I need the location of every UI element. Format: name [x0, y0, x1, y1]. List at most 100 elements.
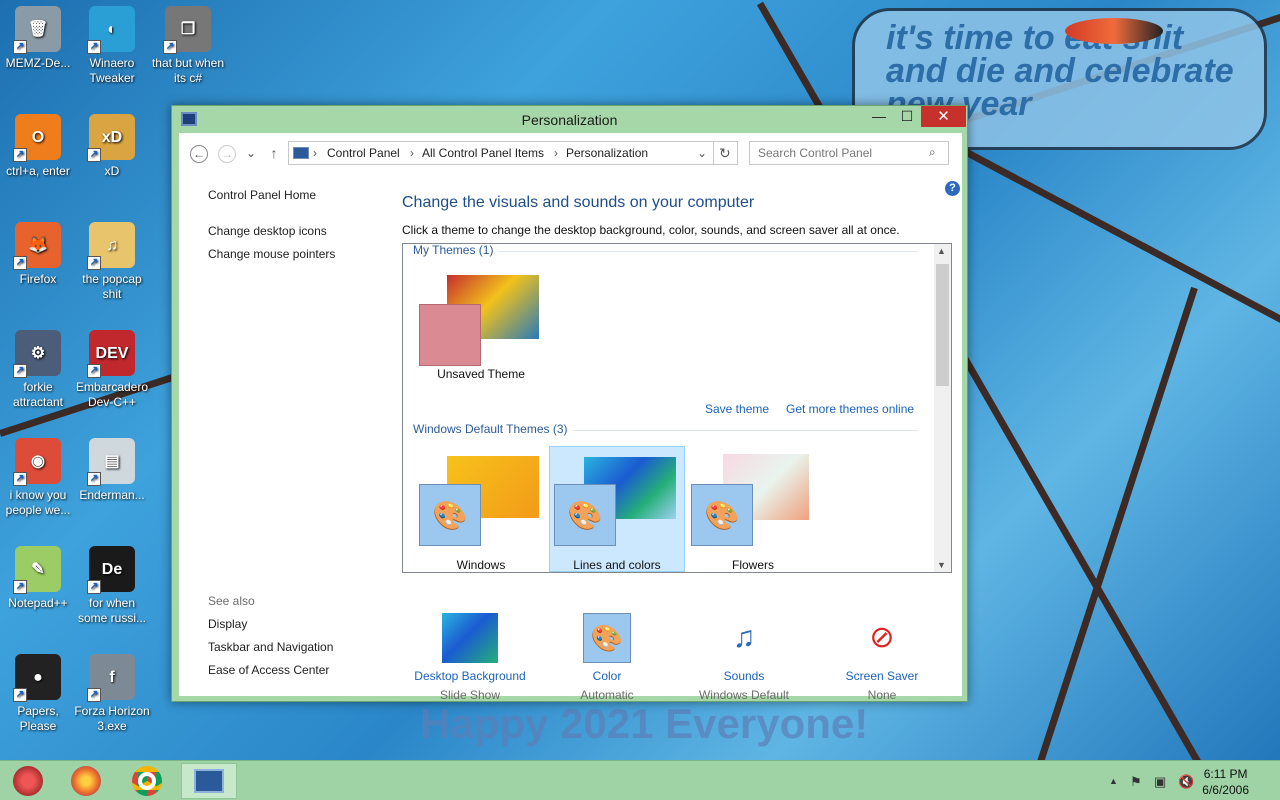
page-description: Click a theme to change the desktop back… — [402, 223, 900, 237]
desktop-icon[interactable]: ▤ ↗ Enderman... — [74, 438, 150, 503]
desktop-icon-label: Forza Horizon 3.exe — [74, 704, 150, 733]
desktop-icon[interactable]: 🗑 ↗ MEMZ-De... — [0, 6, 76, 71]
desktop-icon-label: for when some russi... — [77, 596, 146, 625]
breadcrumb-all-items[interactable]: All Control Panel Items — [422, 142, 544, 164]
recycle-bin-icon: 🗑 ↗ — [13, 6, 61, 54]
wallpaper-bottom-text: Happy 2021 Everyone! — [420, 700, 869, 747]
papers-please-icon: ● ↗ — [13, 654, 61, 702]
de-icon: De ↗ — [87, 546, 135, 594]
close-button[interactable]: ✕ — [921, 106, 966, 127]
control-panel-small-icon — [293, 147, 309, 159]
taskbar-firefox[interactable] — [58, 763, 113, 799]
up-button[interactable]: ↑ — [265, 145, 283, 163]
recent-locations-icon[interactable]: ⌄ — [242, 145, 260, 163]
desktop-icon-label: Papers, Please — [17, 704, 59, 733]
window-title: Personalization — [521, 112, 618, 128]
desktop-background-icon — [442, 613, 498, 663]
maximize-button[interactable]: ☐ — [893, 106, 921, 127]
save-theme-link[interactable]: Save theme — [705, 402, 769, 416]
screen-saver-item[interactable]: ⊘ Screen Saver None — [817, 613, 947, 702]
wallpaper-fish — [1065, 18, 1163, 44]
desktop-icon[interactable]: ♫ ↗ the popcap shit — [74, 222, 150, 302]
network-icon[interactable]: ▣ — [1154, 774, 1166, 790]
theme-color-swatch — [419, 304, 481, 366]
action-center-flag-icon[interactable]: ⚑ — [1130, 774, 1142, 790]
back-button[interactable]: ← — [190, 145, 208, 163]
desktop-icon-label: forkie attractant — [12, 380, 64, 409]
default-themes-header: Windows Default Themes (3) — [413, 422, 568, 436]
color-palette-icon: 🎨 — [583, 613, 631, 663]
desktop-icon[interactable]: DEV ↗ Embarcadero Dev-C++ — [74, 330, 150, 410]
shortcut-arrow-icon: ↗ — [87, 688, 101, 702]
theme-list: My Themes (1) Unsaved Theme Save theme G… — [402, 243, 952, 573]
scrollbar-thumb[interactable] — [936, 264, 949, 386]
theme-list-scrollbar[interactable]: ▲ ▼ — [934, 244, 951, 572]
shortcut-arrow-icon: ↗ — [13, 40, 27, 54]
desktop-icon[interactable]: ◐ ↗ Winaero Tweaker — [74, 6, 150, 86]
desktop-icon-label: the popcap shit — [82, 272, 142, 301]
desktop-background-item[interactable]: Desktop Background Slide Show — [405, 613, 535, 702]
start-button[interactable] — [0, 763, 55, 799]
control-panel-home-link[interactable]: Control Panel Home — [208, 188, 316, 202]
theme-flowers[interactable]: 🎨 Flowers — [685, 446, 821, 572]
screen-saver-icon: ⊘ — [869, 621, 895, 654]
shortcut-arrow-icon: ↗ — [13, 472, 27, 486]
taskbar-navigation-link[interactable]: Taskbar and Navigation — [208, 640, 333, 654]
change-mouse-pointers-link[interactable]: Change mouse pointers — [208, 247, 335, 261]
desktop-icon[interactable]: O ↗ ctrl+a, enter — [0, 114, 76, 179]
desktop-icon-label: Winaero Tweaker — [89, 56, 135, 85]
change-desktop-icons-link[interactable]: Change desktop icons — [208, 224, 327, 238]
breadcrumb-control-panel[interactable]: Control Panel — [327, 142, 400, 164]
sounds-item[interactable]: ♫ Sounds Windows Default — [679, 613, 809, 702]
shortcut-arrow-icon: ↗ — [13, 688, 27, 702]
get-more-themes-link[interactable]: Get more themes online — [786, 402, 914, 416]
shortcut-arrow-icon: ↗ — [87, 256, 101, 270]
theme-unsaved[interactable]: Unsaved Theme — [413, 269, 549, 395]
document-icon: ▤ ↗ — [87, 438, 135, 486]
forward-button[interactable]: → — [218, 145, 236, 163]
help-icon[interactable]: ? — [945, 181, 960, 196]
personalization-window: Personalization — ☐ ✕ ← → ⌄ ↑ › Control … — [171, 105, 968, 702]
firefox-icon — [70, 766, 101, 796]
taskbar-control-panel[interactable] — [181, 763, 237, 799]
search-icon[interactable]: ⌕ — [929, 145, 936, 160]
ease-of-access-link[interactable]: Ease of Access Center — [208, 663, 329, 677]
scroll-down-icon[interactable]: ▼ — [937, 560, 946, 570]
shortcut-arrow-icon: ↗ — [87, 364, 101, 378]
start-orb-icon — [12, 766, 43, 796]
desktop-icon[interactable]: De ↗ for when some russi... — [74, 546, 150, 626]
my-themes-header: My Themes (1) — [413, 243, 494, 257]
title-bar[interactable]: Personalization — ☐ ✕ — [172, 106, 967, 133]
desktop-icon[interactable]: ◉ ↗ i know you people we... — [0, 438, 76, 518]
hxd-icon: xD ↗ — [87, 114, 135, 162]
breadcrumb-personalization[interactable]: Personalization — [566, 142, 648, 164]
breadcrumb[interactable]: › Control Panel › All Control Panel Item… — [288, 141, 738, 165]
desktop-icon[interactable]: ✎ ↗ Notepad++ — [0, 546, 76, 611]
address-bar: ← → ⌄ ↑ › Control Panel › All Control Pa… — [179, 133, 962, 196]
control-panel-icon — [194, 769, 224, 793]
volume-muted-icon[interactable]: 🔇 — [1178, 774, 1194, 790]
desktop-icon[interactable]: ⚙ ↗ forkie attractant — [0, 330, 76, 410]
desktop-icon-label: Firefox — [19, 272, 57, 286]
refresh-button[interactable]: ↻ — [719, 142, 731, 164]
desktop-icon[interactable]: xD ↗ xD — [74, 114, 150, 179]
scroll-up-icon[interactable]: ▲ — [937, 246, 946, 256]
color-item[interactable]: 🎨 Color Automatic — [542, 613, 672, 702]
desktop-icon[interactable]: 🦊 ↗ Firefox — [0, 222, 76, 287]
taskbar-clock[interactable]: 6:11 PM 6/6/2006 — [1202, 766, 1249, 798]
shortcut-arrow-icon: ↗ — [13, 364, 27, 378]
display-link[interactable]: Display — [208, 617, 247, 631]
taskbar-chrome[interactable] — [119, 763, 174, 799]
theme-lines-and-colors[interactable]: 🎨 Lines and colors — [549, 446, 685, 572]
theme-windows[interactable]: 🎨 Windows — [413, 446, 549, 572]
minimize-button[interactable]: — — [865, 106, 893, 127]
tray-expand-icon[interactable]: ▲ — [1109, 776, 1118, 786]
sounds-icon: ♫ — [732, 621, 756, 654]
desktop-icon-label: ctrl+a, enter — [6, 164, 70, 178]
desktop-icon[interactable]: ❐ ↗ that but when its c# — [150, 6, 226, 86]
search-input[interactable]: Search Control Panel — [749, 141, 949, 165]
color-palette-icon: 🎨 — [419, 484, 481, 546]
desktop-icon[interactable]: f ↗ Forza Horizon 3.exe — [74, 654, 150, 734]
desktop-icon[interactable]: ● ↗ Papers, Please — [0, 654, 76, 734]
address-dropdown-icon[interactable]: ⌄ — [697, 142, 707, 164]
